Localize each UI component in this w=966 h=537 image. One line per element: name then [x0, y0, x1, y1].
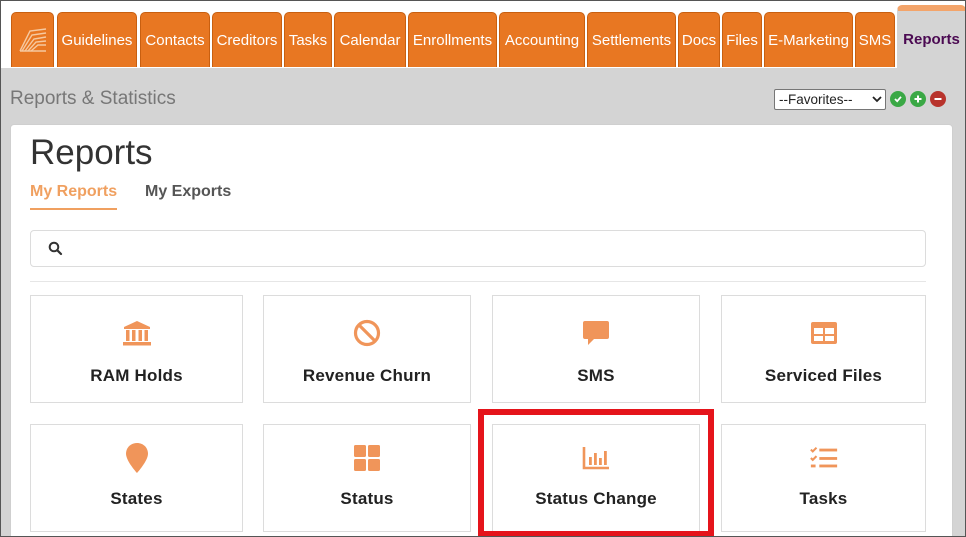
report-card-status[interactable]: Status — [263, 424, 471, 532]
bar-chart-icon — [581, 443, 611, 473]
card-label: SMS — [577, 366, 615, 385]
tab-label: Guidelines — [61, 31, 133, 49]
tab-label: Enrollments — [412, 31, 493, 49]
tab-label: E-Marketing — [768, 31, 849, 49]
report-card-ram-holds[interactable]: RAM Holds — [30, 295, 243, 403]
logo-icon — [18, 28, 46, 52]
tab-enrollments[interactable]: Enrollments — [408, 12, 497, 67]
tab-label: Calendar — [339, 31, 401, 49]
card-label: Tasks — [799, 489, 848, 508]
section-title: Reports & Statistics — [10, 88, 176, 109]
tab-label: Docs — [681, 31, 717, 49]
favorites-value: --Favorites-- — [779, 91, 853, 107]
search-input[interactable] — [30, 230, 926, 267]
tab-contacts[interactable]: Contacts — [140, 12, 210, 67]
table-icon — [809, 318, 839, 348]
speech-bubble-icon — [581, 318, 611, 348]
card-label: Status — [340, 489, 394, 508]
chevron-down-icon — [872, 96, 882, 103]
remove-favorite-icon[interactable] — [930, 91, 946, 107]
bank-icon — [122, 318, 152, 348]
report-card-status-change[interactable]: Status Change — [492, 424, 700, 532]
card-label: Serviced Files — [764, 366, 883, 385]
reports-panel: Reports My Reports My Exports RAM Holds — [10, 124, 953, 537]
logo-tab[interactable] — [11, 12, 54, 67]
tab-settlements[interactable]: Settlements — [587, 12, 676, 67]
plus-icon — [914, 95, 922, 103]
tab-label: Creditors — [216, 31, 278, 49]
ban-icon — [352, 318, 382, 348]
tab-creditors[interactable]: Creditors — [212, 12, 282, 67]
top-navigation: Guidelines Contacts Creditors Tasks Cale… — [0, 0, 966, 68]
tab-files[interactable]: Files — [722, 12, 762, 67]
favorites-select[interactable]: --Favorites-- — [774, 88, 886, 110]
tab-sms[interactable]: SMS — [855, 12, 895, 67]
tab-my-exports[interactable]: My Exports — [145, 183, 231, 208]
tab-label: Accounting — [504, 31, 580, 49]
card-label: RAM Holds — [90, 366, 183, 385]
minus-icon — [934, 98, 942, 100]
report-card-revenue-churn[interactable]: Revenue Churn — [263, 295, 471, 403]
divider — [30, 281, 926, 282]
add-favorite-icon[interactable] — [910, 91, 926, 107]
check-icon — [894, 96, 902, 103]
tab-e-marketing[interactable]: E-Marketing — [764, 12, 853, 67]
tab-label: Settlements — [591, 31, 672, 49]
tab-label: SMS — [858, 31, 892, 49]
add-favorite-confirm-icon[interactable] — [890, 91, 906, 107]
favorites-controls: --Favorites-- — [774, 88, 946, 110]
tab-reports[interactable]: Reports — [897, 5, 966, 68]
tab-label: Files — [726, 31, 758, 49]
page-title: Reports — [30, 133, 153, 172]
card-label: States — [110, 489, 163, 508]
tab-my-reports[interactable]: My Reports — [30, 183, 118, 210]
report-card-sms[interactable]: SMS — [492, 295, 700, 403]
tab-label: Tasks — [288, 31, 328, 49]
search-icon — [48, 241, 63, 256]
tab-calendar[interactable]: Calendar — [334, 12, 406, 67]
tab-label: Contacts — [145, 31, 205, 49]
report-card-tasks[interactable]: Tasks — [721, 424, 926, 532]
checklist-icon — [809, 443, 839, 473]
card-label: Status Change — [535, 489, 657, 508]
tab-tasks[interactable]: Tasks — [284, 12, 332, 67]
tab-accounting[interactable]: Accounting — [499, 12, 585, 67]
tab-label: Reports — [903, 31, 960, 48]
card-label: Revenue Churn — [302, 366, 432, 385]
tab-docs[interactable]: Docs — [678, 12, 720, 67]
grid-icon — [352, 443, 382, 473]
map-pin-icon — [122, 443, 152, 473]
report-card-serviced-files[interactable]: Serviced Files — [721, 295, 926, 403]
tab-guidelines[interactable]: Guidelines — [57, 12, 137, 67]
report-card-states[interactable]: States — [30, 424, 243, 532]
